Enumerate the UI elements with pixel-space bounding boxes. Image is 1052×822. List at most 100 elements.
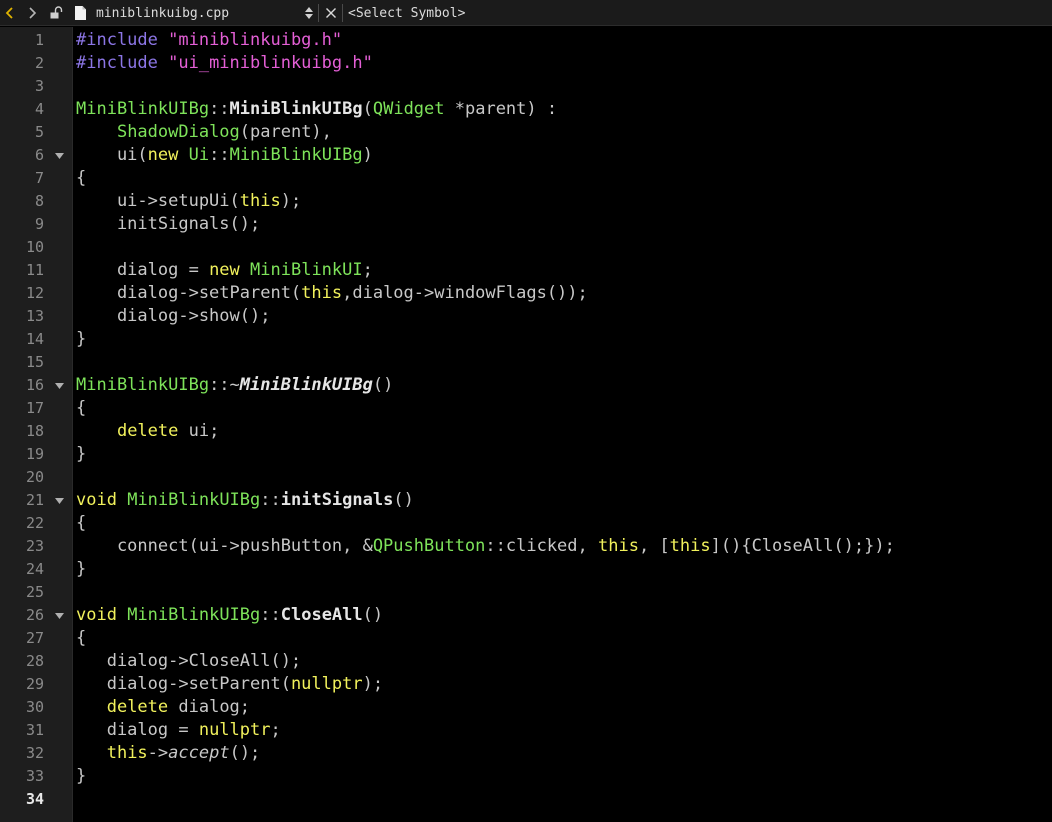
code-token: nullptr xyxy=(198,720,271,740)
code-line[interactable]: dialog->setParent(nullptr); xyxy=(76,673,1046,696)
code-line[interactable]: delete dialog; xyxy=(76,696,1046,719)
code-token: ); xyxy=(280,191,302,211)
line-number-gutter: 1 2 3 4 5 6 7 8 9 10 11 12 13 14 15 16 17 18 19 20 21 22 23 24 2… xyxy=(0,27,72,822)
back-button[interactable] xyxy=(2,0,18,26)
code-token: } xyxy=(76,329,87,349)
code-token: ,dialog->windowFlags()); xyxy=(342,283,588,303)
code-token: new xyxy=(209,260,240,280)
code-token: dialog->setParent( xyxy=(76,674,291,694)
code-token: dialog; xyxy=(168,697,251,717)
line-number: 29 xyxy=(25,675,44,693)
gutter-divider xyxy=(72,27,73,822)
code-line[interactable]: } xyxy=(76,765,1046,788)
code-line[interactable]: } xyxy=(76,443,1046,466)
code-line[interactable]: ​ xyxy=(76,581,1046,604)
code-token: ) xyxy=(362,145,373,165)
fold-toggle[interactable] xyxy=(54,604,64,627)
document-icon xyxy=(74,6,86,20)
line-number: 21 xyxy=(25,491,44,509)
fold-toggle[interactable] xyxy=(54,144,64,167)
code-line[interactable]: MiniBlinkUIBg::~MiniBlinkUIBg() xyxy=(76,374,1046,397)
close-icon xyxy=(326,8,336,18)
code-token: this xyxy=(669,536,711,556)
code-line[interactable]: dialog->setParent(this,dialog->windowFla… xyxy=(76,282,1046,305)
line-number: 33 xyxy=(25,767,44,785)
code-line[interactable]: { xyxy=(76,627,1046,650)
code-token: "miniblinkuibg.h" xyxy=(168,30,343,50)
file-name-label[interactable]: miniblinkuibg.cpp xyxy=(96,0,229,26)
code-token: this xyxy=(301,283,343,303)
code-line[interactable]: ​ xyxy=(76,236,1046,259)
code-line[interactable]: MiniBlinkUIBg::MiniBlinkUIBg(QWidget *pa… xyxy=(76,98,1046,121)
symbol-selector[interactable]: <Select Symbol> xyxy=(348,0,465,26)
line-number: 31 xyxy=(25,721,44,739)
code-line[interactable]: connect(ui->pushButton, &QPushButton::cl… xyxy=(76,535,1046,558)
code-line[interactable]: #include "miniblinkuibg.h" xyxy=(76,29,1046,52)
code-line[interactable]: ui(new Ui::MiniBlinkUIBg) xyxy=(76,144,1046,167)
code-line[interactable]: dialog = nullptr; xyxy=(76,719,1046,742)
code-line[interactable]: dialog->show(); xyxy=(76,305,1046,328)
code-line[interactable]: ​ xyxy=(76,351,1046,374)
forward-button[interactable] xyxy=(24,0,40,26)
code-line[interactable]: { xyxy=(76,167,1046,190)
code-token: dialog->show(); xyxy=(76,306,271,326)
fold-toggle[interactable] xyxy=(54,374,64,397)
fold-toggle[interactable] xyxy=(54,489,64,512)
code-token: new xyxy=(147,145,179,165)
line-number: 20 xyxy=(25,468,44,486)
code-line[interactable]: initSignals(); xyxy=(76,213,1046,236)
code-line[interactable]: delete ui; xyxy=(76,420,1046,443)
code-line[interactable]: ui->setupUi(this); xyxy=(76,190,1046,213)
line-number: 23 xyxy=(25,537,44,555)
code-token: Ui xyxy=(188,145,210,165)
line-number: 1 xyxy=(34,31,44,49)
code-token: MiniBlinkUIBg xyxy=(127,490,261,510)
code-token: { xyxy=(76,628,87,648)
code-token: dialog = xyxy=(76,260,210,280)
code-line[interactable]: void MiniBlinkUIBg::initSignals() xyxy=(76,489,1046,512)
code-line[interactable]: } xyxy=(76,558,1046,581)
code-line[interactable]: dialog = new MiniBlinkUI; xyxy=(76,259,1046,282)
up-down-arrows-icon xyxy=(305,7,313,19)
code-token: } xyxy=(76,766,87,786)
code-editor-area[interactable]: #include "miniblinkuibg.h" #include "ui_m… xyxy=(76,29,1046,811)
code-line[interactable]: { xyxy=(76,397,1046,420)
line-number: 28 xyxy=(25,652,44,670)
file-switcher-button[interactable] xyxy=(302,0,316,26)
code-line[interactable]: dialog->CloseAll(); xyxy=(76,650,1046,673)
code-token: this xyxy=(106,743,148,763)
code-line[interactable]: ​ xyxy=(76,75,1046,98)
code-token: ::~ xyxy=(209,375,240,395)
code-line[interactable]: this->accept(); xyxy=(76,742,1046,765)
code-token: ; xyxy=(270,720,281,740)
code-line[interactable]: { xyxy=(76,512,1046,535)
code-token: ui( xyxy=(76,145,148,165)
lock-button[interactable] xyxy=(48,0,64,26)
code-line[interactable]: #include "ui_miniblinkuibg.h" xyxy=(76,52,1046,75)
code-token: { xyxy=(76,513,87,533)
code-token: { xyxy=(76,398,87,418)
code-token: MiniBlinkUIBg xyxy=(229,99,363,119)
code-token: ](){CloseAll();}); xyxy=(710,536,895,556)
code-line[interactable]: ​ xyxy=(76,466,1046,489)
code-line[interactable]: ShadowDialog(parent), xyxy=(76,121,1046,144)
code-token: ui->setupUi( xyxy=(76,191,240,211)
code-token: dialog->CloseAll(); xyxy=(76,651,302,671)
line-number: 6 xyxy=(34,146,44,164)
code-line[interactable]: void MiniBlinkUIBg::CloseAll() xyxy=(76,604,1046,627)
code-token: ::clicked, xyxy=(485,536,598,556)
code-token: ( xyxy=(362,99,373,119)
close-document-button[interactable] xyxy=(322,0,340,26)
code-token: :: xyxy=(209,145,230,165)
code-line[interactable]: } xyxy=(76,328,1046,351)
code-token: void xyxy=(76,605,117,625)
code-line[interactable]: ​ xyxy=(76,788,1046,811)
unlock-icon xyxy=(50,6,63,19)
code-token: MiniBlinkUIBg xyxy=(76,375,210,395)
line-number: 19 xyxy=(25,445,44,463)
line-number: 22 xyxy=(25,514,44,532)
code-token: () xyxy=(372,375,394,395)
code-token: #include xyxy=(76,53,169,73)
